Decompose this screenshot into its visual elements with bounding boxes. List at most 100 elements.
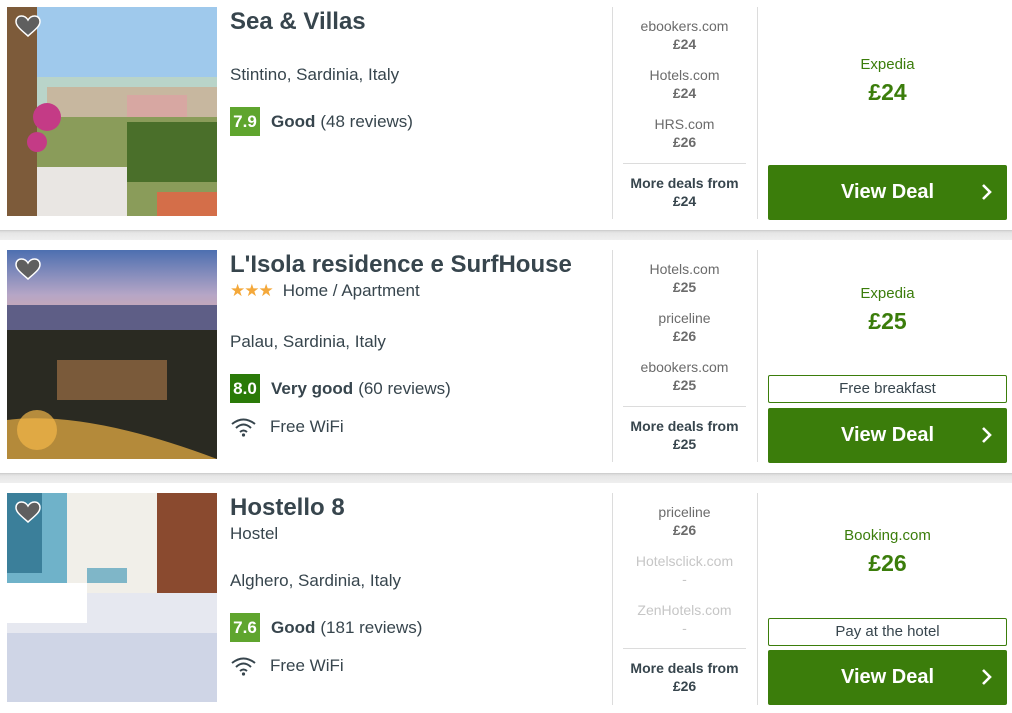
deal-item[interactable]: Hotels.com £24	[623, 66, 746, 115]
best-deal[interactable]: Booking.com £26	[768, 526, 1007, 577]
hotel-photo[interactable]	[7, 493, 217, 702]
divider	[757, 493, 758, 705]
hotel-card: Hostello 8 Hostel Alghero, Sardinia, Ita…	[0, 483, 1012, 713]
deal-price: £25	[672, 377, 697, 393]
deal-price: £26	[672, 134, 697, 150]
deal-price: £25	[672, 279, 697, 295]
review-count: (48 reviews)	[320, 111, 413, 131]
view-deal-button[interactable]: View Deal	[768, 165, 1007, 220]
best-deal[interactable]: Expedia £24	[768, 55, 1007, 106]
hotel-name[interactable]: Hostello 8	[230, 493, 610, 523]
best-deal-price: £25	[868, 308, 907, 334]
score-badge: 7.9	[230, 107, 260, 136]
amenity: Free WiFi	[230, 417, 344, 437]
hotel-location: Palau, Sardinia, Italy	[230, 332, 386, 351]
deal-item[interactable]: Hotels.com £25	[623, 260, 746, 309]
hotel-location: Alghero, Sardinia, Italy	[230, 571, 402, 590]
best-deal[interactable]: Expedia £25	[768, 284, 1007, 335]
deal-item[interactable]: ZenHotels.com -	[623, 601, 746, 650]
hotel-location: Stintino, Sardinia, Italy	[230, 65, 400, 84]
rating-word: Good	[271, 111, 316, 131]
more-deals-label: More deals from	[630, 418, 739, 434]
deal-site: HRS.com	[654, 116, 715, 132]
more-deals-price: £24	[672, 193, 697, 209]
deal-site: priceline	[658, 504, 711, 520]
deal-item[interactable]: priceline £26	[623, 503, 746, 552]
heart-icon[interactable]	[15, 15, 41, 37]
amenity: Free WiFi	[230, 656, 344, 676]
deal-site: ebookers.com	[640, 359, 729, 375]
more-deals-label: More deals from	[630, 175, 739, 191]
divider	[612, 493, 613, 705]
deal-site: Hotels.com	[649, 261, 720, 277]
more-deals-price: £26	[672, 678, 697, 694]
best-deal-site: Booking.com	[844, 527, 931, 544]
perk-badge: Pay at the hotel	[768, 618, 1007, 646]
view-deal-label: View Deal	[840, 181, 935, 203]
deal-item[interactable]: Hotelsclick.com -	[623, 552, 746, 601]
hotel-name[interactable]: Sea & Villas	[230, 7, 610, 37]
deal-site: ZenHotels.com	[637, 602, 732, 618]
score-badge: 7.6	[230, 613, 260, 642]
best-deal-site: Expedia	[860, 285, 915, 302]
deal-site: Hotels.com	[649, 67, 720, 83]
hotel-type: Hostel	[230, 524, 279, 543]
star-rating: ★★★	[230, 281, 274, 300]
rating[interactable]: 8.0 Very good (60 reviews)	[230, 374, 451, 403]
more-deals-link[interactable]: More deals from £25	[623, 406, 746, 456]
divider	[757, 250, 758, 462]
deal-price: -	[682, 620, 687, 636]
review-count: (60 reviews)	[358, 378, 451, 398]
chevron-right-icon	[982, 427, 992, 443]
score-badge: 8.0	[230, 374, 260, 403]
chevron-right-icon	[982, 669, 992, 685]
best-deal-price: £24	[868, 79, 907, 105]
hotel-name[interactable]: L'Isola residence e SurfHouse	[230, 250, 610, 280]
heart-icon[interactable]	[15, 501, 41, 523]
hotel-type-row: Hostel	[230, 524, 610, 544]
best-deal-site: Expedia	[860, 56, 915, 73]
deals-list: priceline £26 Hotelsclick.com - ZenHotel…	[623, 503, 746, 650]
card-separator	[0, 230, 1012, 240]
rating[interactable]: 7.6 Good (181 reviews)	[230, 613, 422, 642]
deal-site: priceline	[658, 310, 711, 326]
deal-site: Hotelsclick.com	[635, 553, 734, 569]
hotel-type-row: ★★★ Home / Apartment	[230, 281, 610, 301]
deal-item[interactable]: ebookers.com £25	[623, 358, 746, 407]
wifi-icon	[231, 657, 256, 676]
deal-price: £26	[672, 328, 697, 344]
view-deal-label: View Deal	[840, 666, 935, 688]
view-deal-label: View Deal	[840, 424, 935, 446]
heart-icon[interactable]	[15, 258, 41, 280]
perk-badge: Free breakfast	[768, 375, 1007, 403]
hotel-type: Home / Apartment	[282, 281, 420, 300]
deal-item[interactable]: ebookers.com £24	[623, 17, 746, 66]
rating-word: Good	[271, 617, 316, 637]
divider	[612, 7, 613, 219]
deals-list: Hotels.com £25 priceline £26 ebookers.co…	[623, 260, 746, 407]
deal-site: ebookers.com	[640, 18, 729, 34]
amenity-label: Free WiFi	[270, 656, 344, 675]
deal-price: £24	[672, 36, 697, 52]
deal-item[interactable]: priceline £26	[623, 309, 746, 358]
rating-word: Very good	[271, 378, 354, 398]
amenity-label: Free WiFi	[270, 417, 344, 436]
hotel-photo[interactable]	[7, 250, 217, 459]
more-deals-price: £25	[672, 436, 697, 452]
deals-list: ebookers.com £24 Hotels.com £24 HRS.com …	[623, 17, 746, 164]
more-deals-link[interactable]: More deals from £26	[623, 648, 746, 698]
wifi-icon	[231, 418, 256, 437]
review-count: (181 reviews)	[320, 617, 423, 637]
best-deal-price: £26	[868, 550, 907, 576]
rating[interactable]: 7.9 Good (48 reviews)	[230, 107, 413, 136]
card-separator	[0, 473, 1012, 483]
hotel-card: Sea & Villas Stintino, Sardinia, Italy 7…	[0, 0, 1012, 230]
divider	[612, 250, 613, 462]
deal-price: £24	[672, 85, 697, 101]
deal-price: -	[682, 571, 687, 587]
deal-item[interactable]: HRS.com £26	[623, 115, 746, 164]
hotel-photo[interactable]	[7, 7, 217, 216]
more-deals-link[interactable]: More deals from £24	[623, 163, 746, 213]
view-deal-button[interactable]: View Deal	[768, 650, 1007, 705]
view-deal-button[interactable]: View Deal	[768, 408, 1007, 463]
